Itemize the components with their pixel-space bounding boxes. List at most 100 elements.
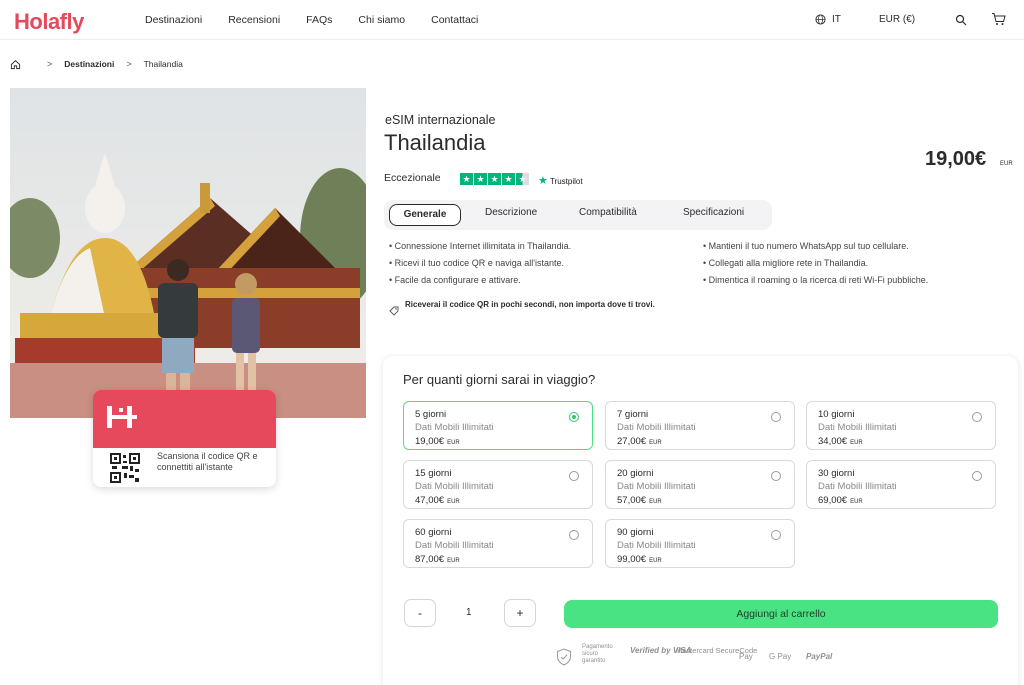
nav-faqs[interactable]: FAQs (306, 14, 332, 26)
quantity-decrease-button[interactable]: - (404, 599, 436, 627)
plan-data: Dati Mobili Illimitati (415, 422, 494, 433)
search-icon[interactable] (955, 14, 967, 26)
plan-price: 87,00€ EUR (415, 554, 460, 565)
secure-payment-label: Pagamento sicuro garantito (582, 644, 613, 664)
feature-item: Dimentica il roaming o la ricerca di ret… (703, 272, 929, 289)
plan-price-currency: EUR (850, 440, 863, 446)
cart-icon[interactable] (991, 12, 1006, 26)
plan-data: Dati Mobili Illimitati (617, 422, 696, 433)
main-nav: Destinazioni Recensioni FAQs Chi siamo C… (145, 14, 504, 26)
radio-button[interactable] (569, 471, 579, 481)
trustpilot-star-icon: ★ (538, 175, 548, 187)
nav-destinazioni[interactable]: Destinazioni (145, 14, 202, 26)
plan-price: 47,00€ EUR (415, 495, 460, 506)
plan-option-90-days[interactable]: 90 giorni Dati Mobili Illimitati 99,00€ E… (605, 519, 795, 568)
product-price: 19,00€ (925, 148, 987, 170)
plan-data: Dati Mobili Illimitati (617, 481, 696, 492)
plan-price-currency: EUR (447, 558, 460, 564)
nav-chi-siamo[interactable]: Chi siamo (358, 14, 405, 26)
plan-days: 7 giorni (617, 409, 649, 420)
price-currency: EUR (1000, 161, 1013, 167)
breadcrumb-destinazioni[interactable]: Destinazioni (64, 59, 114, 69)
paypal-logo: PayPal (806, 652, 833, 661)
feature-item: Facile da configurare e attivare. (389, 272, 571, 289)
breadcrumb-current: Thailandia (143, 59, 183, 69)
plan-price-value: 87,00€ (415, 554, 445, 565)
payment-methods: Pagamento sicuro garantito Verified by V… (556, 643, 856, 671)
plan-option-7-days[interactable]: 7 giorni Dati Mobili Illimitati 27,00€ EU… (605, 401, 795, 450)
trustpilot-stars[interactable]: ★ ★ ★ ★ ★ (460, 173, 529, 185)
plan-price-value: 57,00€ (617, 495, 647, 506)
radio-button[interactable] (972, 471, 982, 481)
page-title: Thailandia (384, 130, 486, 155)
plan-option-5-days[interactable]: 5 giorni Dati Mobili Illimitati 19,00€ EU… (403, 401, 593, 450)
currency-selector[interactable]: EUR (€) (879, 14, 915, 25)
globe-icon[interactable] (815, 14, 826, 25)
plan-days: 15 giorni (415, 468, 452, 479)
radio-button[interactable] (569, 530, 579, 540)
nav-contattaci[interactable]: Contattaci (431, 14, 478, 26)
plan-price-currency: EUR (447, 440, 460, 446)
plan-days: 5 giorni (415, 409, 447, 420)
star-icon: ★ (488, 173, 501, 185)
qr-card-banner (93, 390, 276, 448)
feature-item: Ricevi il tuo codice QR e naviga all'ist… (389, 255, 571, 272)
star-icon: ★ (502, 173, 515, 185)
radio-button[interactable] (972, 412, 982, 422)
plan-price-currency: EUR (447, 499, 460, 505)
plan-option-20-days[interactable]: 20 giorni Dati Mobili Illimitati 57,00€ E… (605, 460, 795, 509)
breadcrumb: > Destinazioni > Thailandia (10, 57, 183, 71)
plan-data: Dati Mobili Illimitati (617, 540, 696, 551)
plan-price-value: 99,00€ (617, 554, 647, 565)
quantity-increase-button[interactable]: + (504, 599, 536, 627)
add-to-cart-button[interactable]: Aggiungi al carrello (564, 600, 998, 628)
plan-data: Dati Mobili Illimitati (415, 540, 494, 551)
quantity-value[interactable]: 1 (466, 607, 472, 618)
plan-question: Per quanti giorni sarai in viaggio? (403, 372, 596, 387)
radio-button[interactable] (569, 412, 579, 422)
tab-generale[interactable]: Generale (389, 204, 461, 226)
plan-price: 69,00€ EUR (818, 495, 863, 506)
plan-option-10-days[interactable]: 10 giorni Dati Mobili Illimitati 34,00€ E… (806, 401, 996, 450)
plan-price-value: 34,00€ (818, 436, 848, 447)
language-selector[interactable]: IT (832, 14, 841, 25)
shield-icon (557, 648, 571, 666)
plan-price: 34,00€ EUR (818, 436, 863, 447)
tab-descrizione[interactable]: Descrizione (485, 207, 537, 218)
plan-option-15-days[interactable]: 15 giorni Dati Mobili Illimitati 47,00€ E… (403, 460, 593, 509)
nav-recensioni[interactable]: Recensioni (228, 14, 280, 26)
plan-days: 60 giorni (415, 527, 452, 538)
holafly-logo[interactable]: Holafly (14, 9, 84, 35)
plan-price-currency: EUR (850, 499, 863, 505)
features-list-left: Connessione Internet illimitata in Thail… (389, 238, 571, 289)
plan-price-currency: EUR (649, 558, 662, 564)
feature-item: Collegati alla migliore rete in Thailand… (703, 255, 928, 272)
tab-compatibilita[interactable]: Compatibilità (579, 207, 637, 218)
apple-pay-logo: Pay (739, 652, 753, 661)
feature-item: Connessione Internet illimitata in Thail… (389, 238, 571, 255)
radio-button[interactable] (771, 471, 781, 481)
tab-specificazioni[interactable]: Specificazioni (683, 207, 744, 218)
plan-price: 19,00€ EUR (415, 436, 460, 447)
plan-option-60-days[interactable]: 60 giorni Dati Mobili Illimitati 87,00€ E… (403, 519, 593, 568)
radio-button[interactable] (771, 412, 781, 422)
trustpilot-logo[interactable]: ★ Trustpilot (538, 174, 583, 187)
plan-price: 57,00€ EUR (617, 495, 662, 506)
plan-days: 20 giorni (617, 468, 654, 479)
plan-option-30-days[interactable]: 30 giorni Dati Mobili Illimitati 69,00€ E… (806, 460, 996, 509)
plan-data: Dati Mobili Illimitati (415, 481, 494, 492)
features-list-right: Mantieni il tuo numero WhatsApp sul tuo … (703, 238, 929, 289)
chevron-right-icon: > (126, 59, 132, 69)
holafly-h-icon (107, 406, 137, 428)
trustpilot-label: Trustpilot (549, 177, 583, 186)
rating-label: Eccezionale (384, 172, 441, 184)
product-tabs: Generale Descrizione Compatibilità Speci… (384, 200, 772, 230)
radio-button[interactable] (771, 530, 781, 540)
qr-code-icon (110, 453, 140, 483)
star-icon: ★ (460, 173, 473, 185)
home-icon[interactable] (10, 59, 21, 70)
google-pay-logo: G Pay (769, 652, 792, 661)
plan-days: 10 giorni (818, 409, 855, 420)
plan-price-value: 69,00€ (818, 495, 848, 506)
qr-promo-card: Scansiona il codice QR e connettiti all'… (93, 390, 276, 487)
